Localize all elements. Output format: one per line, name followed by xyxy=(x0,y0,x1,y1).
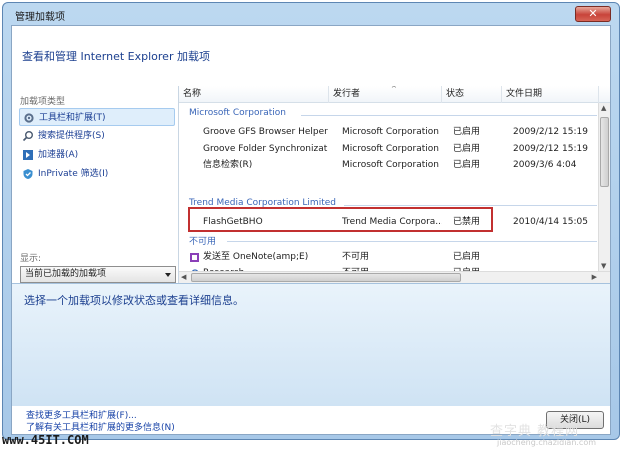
addon-type-label: 加载项类型 xyxy=(20,97,66,107)
list-column-header: 名称 发行者 ^ 状态 文件日期 xyxy=(179,86,610,103)
table-row[interactable]: Groove GFS Browser Helper Microsoft Corp… xyxy=(179,124,599,140)
sidebar-item-label: 搜索提供程序(S) xyxy=(38,131,105,141)
addon-list: 名称 发行者 ^ 状态 文件日期 Microsoft Corporation G… xyxy=(178,86,610,283)
table-row[interactable]: Groove Folder Synchronizati... Microsoft… xyxy=(179,141,599,157)
cell-publisher: Microsoft Corporation xyxy=(342,144,439,154)
sidebar-item-label: InPrivate 筛选(I) xyxy=(38,169,109,179)
column-header-publisher[interactable]: 发行者 xyxy=(329,86,442,103)
vertical-scroll-thumb[interactable] xyxy=(600,117,609,187)
group-divider xyxy=(227,241,597,242)
cell-publisher: Microsoft Corporation xyxy=(342,127,439,137)
cell-name: 发送至 OneNote(amp;E) xyxy=(203,252,309,262)
cell-publisher: 不可用 xyxy=(342,252,370,262)
watermark-left: www.45IT.COM xyxy=(2,433,89,447)
watermark-right-url: jiaocheng.chazidian.com xyxy=(497,438,597,447)
sidebar-item-toolbars[interactable]: 工具栏和扩展(T) xyxy=(19,108,175,126)
window-close-button[interactable]: ✕ xyxy=(575,6,611,22)
manage-addons-window: 管理加载项 ✕ 查看和管理 Internet Explorer 加载项 加载项类… xyxy=(2,2,620,440)
show-filter-dropdown[interactable]: 当前已加载的加载项 xyxy=(20,266,176,283)
cell-name: Groove Folder Synchronizati... xyxy=(203,144,328,154)
cell-status: 已启用 xyxy=(453,127,481,137)
table-row[interactable]: 信息检索(R) Microsoft Corporation 已启用 2009/3… xyxy=(179,157,599,173)
cell-date: 2009/2/12 15:19 xyxy=(513,144,588,154)
cell-date: 2009/2/12 15:19 xyxy=(513,127,588,137)
scroll-left-icon[interactable]: ◀ xyxy=(181,273,186,281)
column-header-name[interactable]: 名称 xyxy=(179,86,329,103)
dialog-client: 查看和管理 Internet Explorer 加载项 加载项类型 工具栏和扩展… xyxy=(11,25,611,435)
learn-more-toolbars-link[interactable]: 了解有关工具栏和扩展的更多信息(N) xyxy=(26,420,175,433)
scroll-up-icon[interactable]: ▲ xyxy=(601,104,606,112)
table-row[interactable]: 发送至 OneNote(amp;E) 不可用 已启用 xyxy=(179,249,599,265)
header-title: 查看和管理 Internet Explorer 加载项 xyxy=(22,50,210,63)
cell-publisher: Microsoft Corporation xyxy=(342,160,439,170)
watermark-right: 查字典 教程网 xyxy=(490,424,580,439)
sidebar-item-inprivate-filtering[interactable]: InPrivate 筛选(I) xyxy=(19,165,175,183)
cell-status: 已启用 xyxy=(453,144,481,154)
column-header-date[interactable]: 文件日期 xyxy=(502,86,599,103)
cell-name: Groove GFS Browser Helper xyxy=(203,127,328,137)
highlight-box xyxy=(188,207,493,232)
group-divider xyxy=(301,115,597,116)
show-label: 显示: xyxy=(20,254,42,264)
horizontal-scrollbar[interactable]: ◀ ▶ xyxy=(179,271,610,283)
vertical-scrollbar[interactable]: ▲ ▼ xyxy=(598,103,610,271)
cell-status: 已启用 xyxy=(453,160,481,170)
sort-caret-icon: ^ xyxy=(391,86,397,93)
column-header-status[interactable]: 状态 xyxy=(442,86,502,103)
sidebar-item-label: 工具栏和扩展(T) xyxy=(39,113,106,123)
chevron-down-icon xyxy=(165,273,171,277)
details-pane: 选择一个加载项以修改状态或查看详细信息。 xyxy=(12,283,610,406)
cell-date: 2009/3/6 4:04 xyxy=(513,160,577,170)
sidebar-item-accelerators[interactable]: 加速器(A) xyxy=(19,146,175,164)
scroll-right-icon[interactable]: ▶ xyxy=(592,273,597,281)
scroll-down-icon[interactable]: ▼ xyxy=(601,262,606,270)
cell-date: 2010/4/14 15:05 xyxy=(513,217,588,227)
group-header-microsoft: Microsoft Corporation xyxy=(189,108,286,118)
addon-type-sidebar: 加载项类型 工具栏和扩展(T) 搜索提供程序(S) 加速器(A) InPriva… xyxy=(12,86,178,283)
title-bar[interactable]: 管理加载项 ✕ xyxy=(3,3,619,25)
dropdown-value: 当前已加载的加载项 xyxy=(25,269,107,279)
gear-icon xyxy=(24,113,34,123)
sidebar-item-search-providers[interactable]: 搜索提供程序(S) xyxy=(19,127,175,145)
cell-status: 已启用 xyxy=(453,252,481,262)
details-prompt: 选择一个加载项以修改状态或查看详细信息。 xyxy=(24,294,244,307)
sidebar-item-label: 加速器(A) xyxy=(38,150,79,160)
horizontal-scroll-thumb[interactable] xyxy=(191,273,461,282)
cell-name: 信息检索(R) xyxy=(203,160,253,170)
onenote-icon xyxy=(190,253,199,262)
group-header-unavailable: 不可用 xyxy=(189,237,217,247)
window-title: 管理加载项 xyxy=(15,12,65,23)
inprivate-icon xyxy=(23,169,33,179)
group-divider xyxy=(344,205,597,206)
search-icon xyxy=(22,131,33,142)
accelerator-icon xyxy=(23,150,33,160)
